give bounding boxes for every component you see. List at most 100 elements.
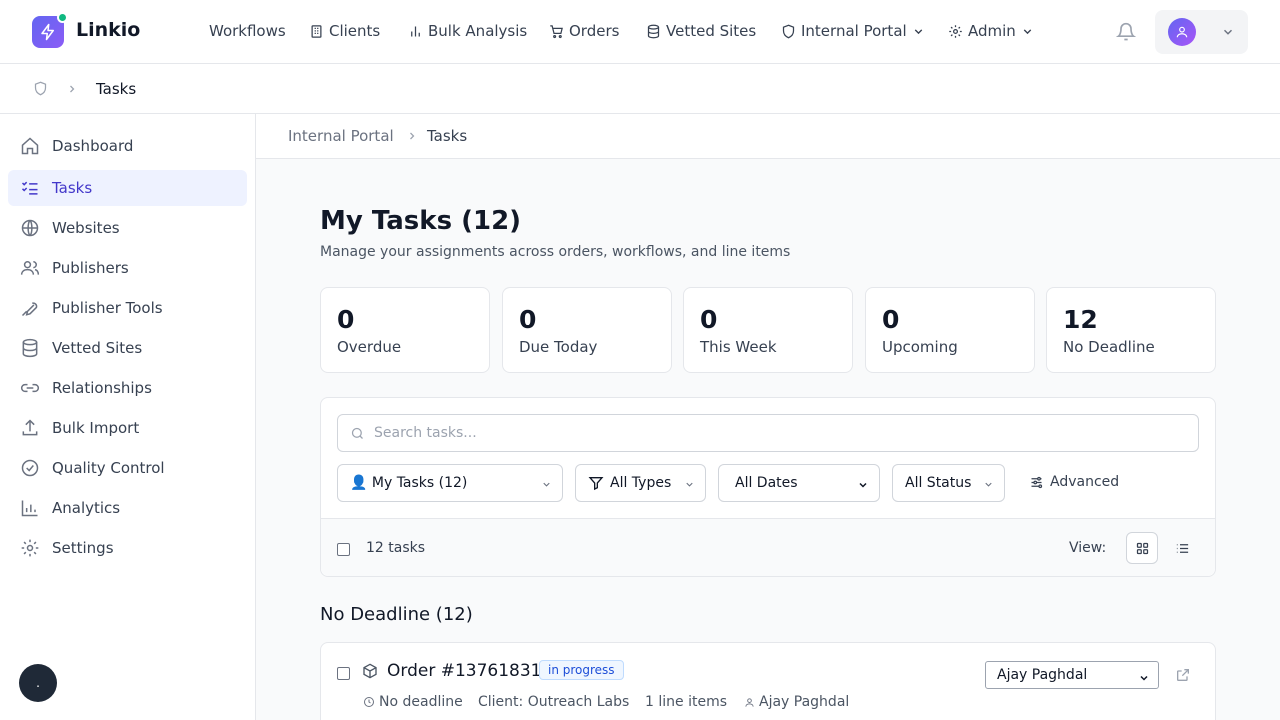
sidebar-item-relationships[interactable]: Relationships (8, 370, 247, 406)
shield-icon (782, 24, 795, 38)
assignee-filter[interactable]: 👤 My Tasks (12) (337, 464, 563, 502)
database-icon (22, 338, 38, 358)
list-view-button[interactable] (1166, 532, 1198, 564)
task-card[interactable]: Order #13761831 in progress No deadline … (320, 642, 1216, 720)
sidebar-item-tasks[interactable]: Tasks (8, 170, 247, 206)
chevron-down-icon (1223, 29, 1233, 35)
sidebar-item-bulk-import[interactable]: Bulk Import (8, 410, 247, 446)
wrench-icon (21, 302, 38, 317)
breadcrumb-internal-portal[interactable]: Internal Portal (288, 127, 394, 145)
lightning-icon (41, 23, 54, 41)
sidebar-item-label: Settings (52, 539, 114, 557)
user-icon (745, 697, 754, 707)
advanced-label: Advanced (1050, 474, 1120, 490)
sidebar-item-publishers[interactable]: Publishers (8, 250, 247, 286)
sidebar-item-vetted-sites[interactable]: Vetted Sites (8, 330, 247, 366)
top-navigation: Linkio Workflows Clients Bulk Analysis O… (0, 0, 1280, 64)
task-checkbox[interactable] (337, 667, 350, 680)
nav-workflows[interactable]: Workflows (209, 22, 286, 40)
sidebar-item-analytics[interactable]: Analytics (8, 490, 247, 526)
sidebar-item-settings[interactable]: Settings (8, 530, 247, 566)
stat-value: 0 (700, 305, 718, 334)
gear-icon (21, 539, 39, 557)
view-label: View: (1069, 540, 1107, 556)
external-link-icon[interactable] (1175, 667, 1191, 683)
nav-label: Internal Portal (801, 22, 907, 40)
sliders-icon (1031, 476, 1043, 488)
advanced-filters-button[interactable]: Advanced (1029, 474, 1119, 490)
search-input[interactable] (374, 423, 1174, 443)
notifications-button[interactable] (1116, 22, 1136, 42)
chevron-down-icon (914, 28, 922, 34)
page-subtitle: Manage your assignments across orders, w… (320, 244, 791, 260)
gear-icon (949, 24, 962, 38)
stat-card-no-deadline[interactable]: 12 No Deadline (1046, 287, 1216, 373)
avatar (1168, 18, 1196, 46)
home-icon (21, 137, 39, 155)
task-client: Client: Outreach Labs (478, 694, 629, 710)
sidebar-item-publisher-tools[interactable]: Publisher Tools (8, 290, 247, 326)
sidebar-item-label: Bulk Import (52, 419, 140, 437)
nav-label: Bulk Analysis (428, 22, 528, 40)
grid-view-button[interactable] (1126, 532, 1158, 564)
stat-card-due-today[interactable]: 0 Due Today (502, 287, 672, 373)
stat-card-overdue[interactable]: 0 Overdue (320, 287, 490, 373)
shield-icon[interactable] (33, 81, 48, 96)
breadcrumb-current: Tasks (96, 80, 137, 98)
nav-bulk-analysis[interactable]: Bulk Analysis (408, 22, 527, 40)
chevron-down-icon (859, 482, 867, 488)
sidebar-item-label: Publishers (52, 259, 129, 277)
assignee-select-value: Ajay Paghdal (997, 667, 1088, 683)
stat-value: 0 (519, 305, 537, 334)
user-menu-button[interactable] (1155, 10, 1248, 54)
stat-value: 0 (882, 305, 900, 334)
sidebar-item-label: Relationships (52, 379, 152, 397)
list-icon (1176, 543, 1188, 553)
type-filter-value: All Types (610, 475, 672, 491)
select-all-checkbox[interactable] (337, 543, 350, 556)
chevron-down-icon (1140, 675, 1148, 681)
stat-card-this-week[interactable]: 0 This Week (683, 287, 853, 373)
list-checks-icon (21, 181, 38, 195)
filter-panel: 👤 My Tasks (12) All Types All Dates All … (320, 397, 1216, 577)
cart-icon (550, 24, 563, 38)
clock-icon (364, 697, 374, 707)
chevron-down-icon (543, 482, 550, 487)
nav-internal-portal[interactable]: Internal Portal (781, 22, 925, 40)
task-deadline: No deadline (363, 694, 463, 710)
nav-label: Workflows (209, 22, 286, 40)
bulk-actions-bar: 12 tasks View: (321, 518, 1215, 576)
online-indicator (57, 12, 68, 23)
stat-card-upcoming[interactable]: 0 Upcoming (865, 287, 1035, 373)
nav-orders[interactable]: Orders (549, 22, 619, 40)
sidebar-item-websites[interactable]: Websites (8, 210, 247, 246)
task-title[interactable]: Order #13761831 (387, 661, 542, 681)
status-filter[interactable]: All Status (892, 464, 1005, 502)
dot-icon: . (36, 676, 40, 690)
nav-vetted-sites[interactable]: Vetted Sites (646, 22, 756, 40)
nav-clients[interactable]: Clients (309, 22, 380, 40)
stat-label: Overdue (337, 338, 402, 356)
grid-icon (1136, 542, 1148, 554)
assignee-select[interactable]: Ajay Paghdal (985, 661, 1159, 689)
stat-label: Upcoming (882, 338, 958, 356)
sidebar-item-dashboard[interactable]: Dashboard (8, 128, 247, 164)
stat-value: 12 (1063, 305, 1098, 334)
date-filter-value: All Dates (735, 475, 798, 491)
task-assignee: Ajay Paghdal (744, 694, 849, 710)
nav-label: Vetted Sites (666, 22, 757, 40)
stat-label: No Deadline (1063, 338, 1155, 356)
page-title: My Tasks (12) (320, 206, 522, 236)
date-filter[interactable]: All Dates (718, 464, 880, 502)
sidebar-item-label: Dashboard (52, 137, 134, 155)
bell-icon (1116, 22, 1136, 41)
page-breadcrumb: Internal Portal Tasks (256, 114, 1280, 159)
type-filter[interactable]: All Types (575, 464, 706, 502)
chevron-down-icon (985, 482, 992, 487)
database-icon (647, 24, 660, 38)
sidebar-item-quality-control[interactable]: Quality Control (8, 450, 247, 486)
nav-admin[interactable]: Admin (948, 22, 1034, 40)
sidebar-item-label: Tasks (52, 179, 93, 197)
breadcrumb-tasks: Tasks (427, 127, 468, 145)
help-button[interactable]: . (19, 664, 57, 702)
